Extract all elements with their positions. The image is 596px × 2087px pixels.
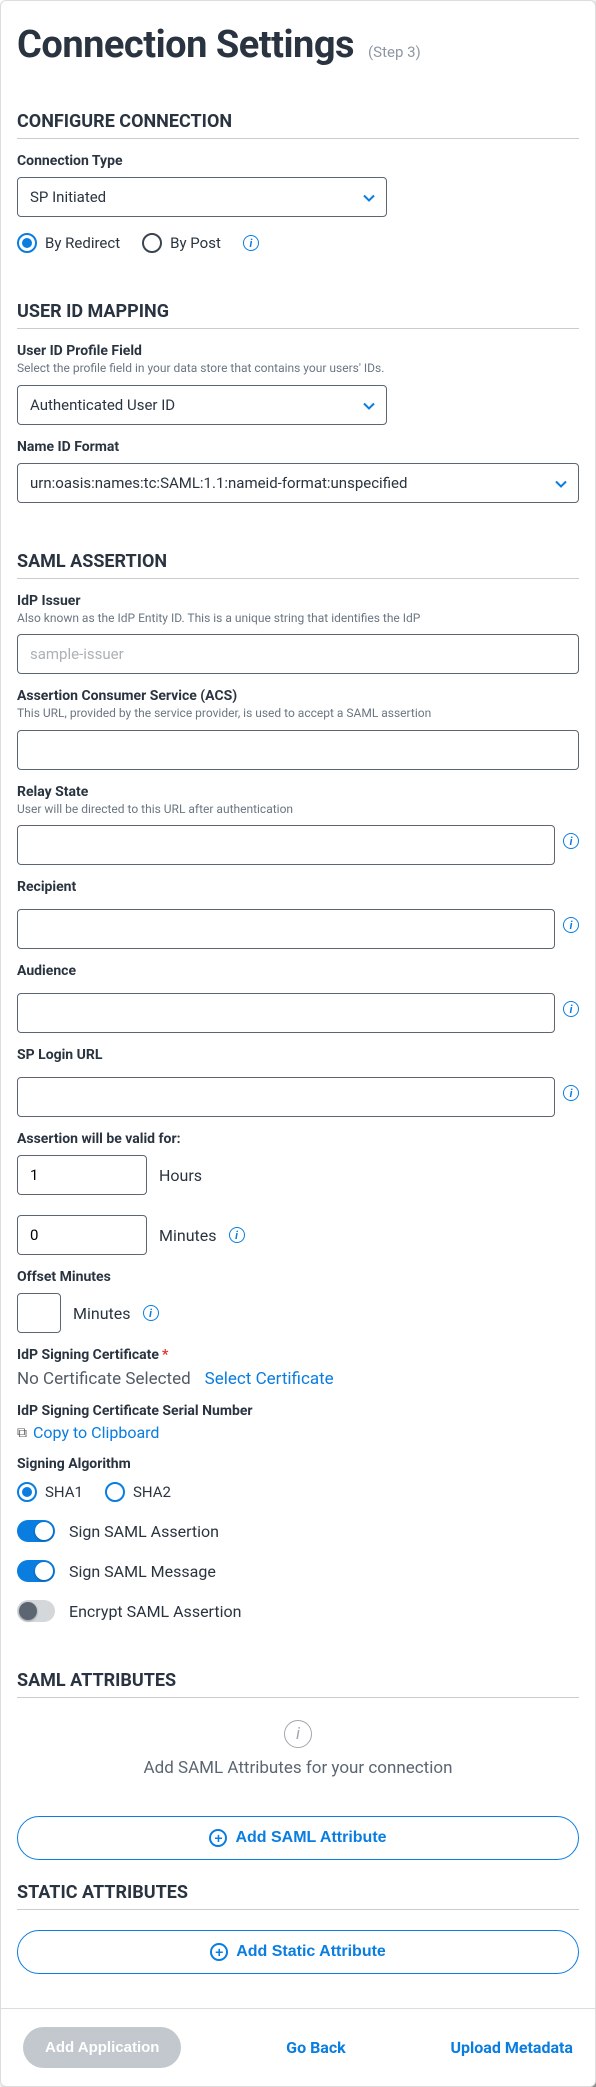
go-back-link[interactable]: Go Back: [286, 2038, 346, 2057]
radio-by-post-label: By Post: [170, 234, 221, 252]
recipient-label: Recipient: [17, 879, 579, 895]
offset-minutes-label: Offset Minutes: [17, 1269, 579, 1285]
user-id-profile-field-label: User ID Profile Field: [17, 343, 579, 359]
connection-type-select[interactable]: SP Initiated: [17, 177, 387, 217]
sp-login-url-input[interactable]: [17, 1077, 555, 1117]
copy-to-clipboard-link[interactable]: Copy to Clipboard: [33, 1423, 159, 1442]
required-star-icon: *: [162, 1347, 168, 1363]
toggle-encrypt-saml-assertion-label: Encrypt SAML Assertion: [69, 1602, 241, 1621]
add-application-button[interactable]: Add Application: [23, 2027, 181, 2068]
radio-sha2[interactable]: SHA2: [105, 1482, 171, 1502]
section-saml-assertion: SAML ASSERTION: [17, 551, 579, 579]
connection-settings-card: Connection Settings (Step 3) CONFIGURE C…: [0, 0, 596, 2087]
name-id-format-value: urn:oasis:names:tc:SAML:1.1:nameid-forma…: [30, 474, 407, 492]
saml-attributes-empty-text: Add SAML Attributes for your connection: [17, 1758, 579, 1778]
acs-input[interactable]: [17, 730, 579, 770]
upload-metadata-link[interactable]: Upload Metadata: [450, 2038, 573, 2057]
idp-signing-cert-label: IdP Signing Certificate*: [17, 1347, 579, 1363]
header-row: Connection Settings (Step 3): [17, 23, 579, 67]
info-icon[interactable]: i: [563, 917, 579, 933]
page-title: Connection Settings: [17, 23, 354, 67]
idp-issuer-hint: Also known as the IdP Entity ID. This is…: [17, 611, 579, 627]
radio-checked-icon: [17, 233, 37, 253]
recipient-input[interactable]: [17, 909, 555, 949]
section-user-id-mapping: USER ID MAPPING: [17, 301, 579, 329]
info-icon[interactable]: i: [563, 833, 579, 849]
radio-sha2-label: SHA2: [133, 1483, 171, 1501]
radio-by-post[interactable]: By Post: [142, 233, 221, 253]
section-configure-connection: CONFIGURE CONNECTION: [17, 111, 579, 139]
radio-by-redirect-label: By Redirect: [45, 234, 120, 252]
toggle-sign-saml-assertion[interactable]: [17, 1520, 55, 1542]
relay-state-input[interactable]: [17, 825, 555, 865]
radio-sha1[interactable]: SHA1: [17, 1482, 83, 1502]
minutes-unit: Minutes: [159, 1226, 217, 1245]
relay-state-label: Relay State: [17, 784, 579, 800]
name-id-format-select[interactable]: urn:oasis:names:tc:SAML:1.1:nameid-forma…: [17, 463, 579, 503]
acs-hint: This URL, provided by the service provid…: [17, 706, 579, 722]
hours-unit: Hours: [159, 1166, 202, 1185]
copy-icon: ⧉: [17, 1425, 27, 1441]
user-id-profile-field-hint: Select the profile field in your data st…: [17, 361, 579, 377]
idp-issuer-input[interactable]: [17, 634, 579, 674]
plus-circle-icon: +: [210, 1943, 228, 1961]
add-saml-attribute-label: Add SAML Attribute: [235, 1829, 386, 1847]
section-static-attributes: STATIC ATTRIBUTES: [17, 1882, 579, 1910]
toggle-sign-saml-message-label: Sign SAML Message: [69, 1562, 216, 1581]
radio-by-redirect[interactable]: By Redirect: [17, 233, 120, 253]
footer: Add Application Go Back Upload Metadata: [1, 2008, 595, 2086]
step-indicator: (Step 3): [368, 43, 421, 61]
signing-algorithm-label: Signing Algorithm: [17, 1456, 579, 1472]
add-static-attribute-button[interactable]: + Add Static Attribute: [17, 1930, 579, 1974]
add-saml-attribute-button[interactable]: + Add SAML Attribute: [17, 1816, 579, 1860]
relay-state-hint: User will be directed to this URL after …: [17, 802, 579, 818]
add-static-attribute-label: Add Static Attribute: [236, 1943, 386, 1961]
name-id-format-label: Name ID Format: [17, 439, 579, 455]
radio-checked-icon: [17, 1482, 37, 1502]
select-certificate-link[interactable]: Select Certificate: [205, 1369, 334, 1389]
audience-label: Audience: [17, 963, 579, 979]
radio-sha1-label: SHA1: [45, 1483, 83, 1501]
hours-input[interactable]: [17, 1155, 147, 1195]
info-icon[interactable]: i: [563, 1001, 579, 1017]
info-icon[interactable]: i: [229, 1227, 245, 1243]
saml-attributes-empty-state: i Add SAML Attributes for your connectio…: [17, 1698, 579, 1796]
info-icon: i: [284, 1720, 312, 1748]
audience-input[interactable]: [17, 993, 555, 1033]
section-saml-attributes: SAML ATTRIBUTES: [17, 1670, 579, 1698]
info-icon[interactable]: i: [243, 235, 259, 251]
radio-unchecked-icon: [105, 1482, 125, 1502]
sp-login-url-label: SP Login URL: [17, 1047, 579, 1063]
connection-type-value: SP Initiated: [30, 188, 106, 206]
minutes-input[interactable]: [17, 1215, 147, 1255]
acs-label: Assertion Consumer Service (ACS): [17, 688, 579, 704]
connection-type-label: Connection Type: [17, 153, 579, 169]
offset-minutes-input[interactable]: [17, 1293, 61, 1333]
radio-unchecked-icon: [142, 233, 162, 253]
user-id-profile-field-select[interactable]: Authenticated User ID: [17, 385, 387, 425]
info-icon[interactable]: i: [143, 1305, 159, 1321]
toggle-sign-saml-message[interactable]: [17, 1560, 55, 1582]
serial-number-label: IdP Signing Certificate Serial Number: [17, 1403, 579, 1419]
plus-circle-icon: +: [209, 1829, 227, 1847]
no-cert-text: No Certificate Selected: [17, 1369, 191, 1389]
toggle-encrypt-saml-assertion[interactable]: [17, 1600, 55, 1622]
info-icon[interactable]: i: [563, 1085, 579, 1101]
user-id-profile-field-value: Authenticated User ID: [30, 396, 175, 414]
assertion-valid-label: Assertion will be valid for:: [17, 1131, 579, 1147]
toggle-sign-saml-assertion-label: Sign SAML Assertion: [69, 1522, 219, 1541]
offset-minutes-unit: Minutes: [73, 1304, 131, 1323]
idp-issuer-label: IdP Issuer: [17, 593, 579, 609]
